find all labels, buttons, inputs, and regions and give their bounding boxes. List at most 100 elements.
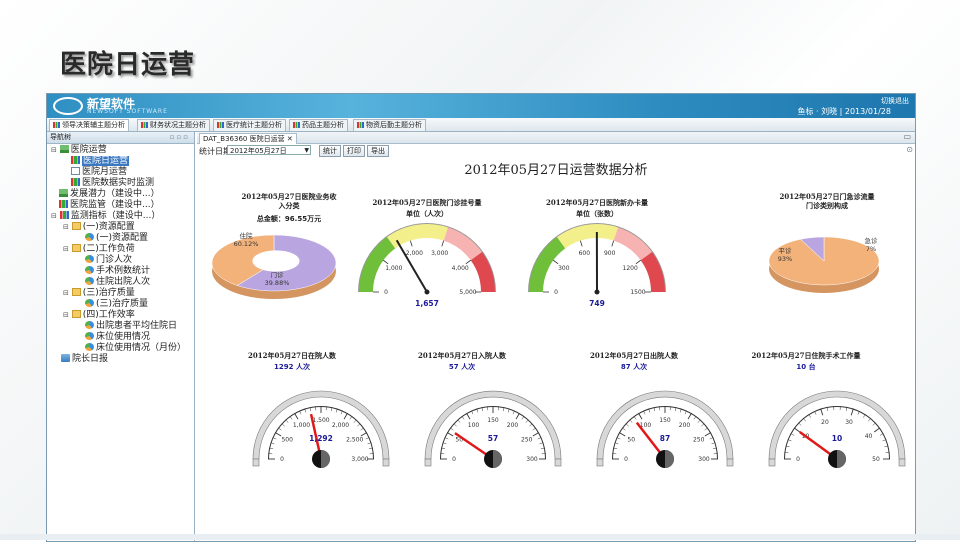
tree-item-realtime-monitor[interactable]: 医院数据实时监测 xyxy=(71,178,154,189)
dial-tick-label-discharges-1: 50 xyxy=(627,437,635,444)
dial-tick-admissions-9 xyxy=(462,416,464,419)
tab-drug-analysis[interactable]: 药品主题分析 xyxy=(289,119,348,131)
tree-item-resource-group[interactable]: ⊟ (一)资源配置 xyxy=(63,222,135,233)
logo-subtitle: NEWSOFT SOFTWARE xyxy=(87,108,168,115)
pie-chart-icon xyxy=(85,299,94,307)
pie-chart-icon xyxy=(85,321,94,329)
folder-chart-icon xyxy=(60,211,69,219)
gauge-value-registration: 1,657 xyxy=(415,299,439,308)
dial-value-discharges: 87 xyxy=(660,434,670,443)
pie-label-income-1: 门诊 xyxy=(271,270,285,279)
tree-item-daily-operation[interactable]: 医院日运营 xyxy=(71,156,129,167)
dial-tick-surgeries-6 xyxy=(798,423,801,426)
folder-icon xyxy=(72,288,81,296)
tree-item-bed-usage[interactable]: 床位使用情况 xyxy=(85,332,150,343)
pie-label-visits-1: 7% xyxy=(866,245,876,253)
dial-tick-inpatients-21 xyxy=(350,416,352,419)
chart-icon xyxy=(217,122,224,128)
dial-tick-inpatients-5 xyxy=(275,433,281,437)
dial-tick-label-inpatients-2: 1,000 xyxy=(293,422,310,429)
tab-label: 财务状况主题分析 xyxy=(150,121,206,129)
dial-tick-label-inpatients-6: 3,000 xyxy=(351,456,368,463)
pie-chart-icon xyxy=(85,266,94,274)
dial-rim-surgeries xyxy=(769,391,905,459)
dial-tick-inpatients-8 xyxy=(286,420,289,423)
dial-tick-label-discharges-6: 300 xyxy=(698,456,710,463)
tab-logistics-analysis[interactable]: 物资后勤主题分析 xyxy=(353,119,426,131)
pie-label-visits-1: 急诊 xyxy=(865,236,879,245)
tree-item-surgery-stats[interactable]: 手术例数统计 xyxy=(85,266,150,277)
gauge-tick-label-registration-3: 3,000 xyxy=(431,250,448,257)
dial-tick-discharges-6 xyxy=(622,428,625,430)
dial-tick-label-admissions-3: 150 xyxy=(487,417,499,424)
tab-label: 物资后勤主题分析 xyxy=(366,121,422,129)
pie-label-income-1: 39.88% xyxy=(265,279,290,287)
tree-item-admission-discharge[interactable]: 住院出院人次 xyxy=(85,277,150,288)
dial-foot-right-admissions xyxy=(555,459,561,466)
tree-item-hospital-operation[interactable]: ⊟ 医院运营 xyxy=(51,145,107,156)
pie-label-income-0: 住院 xyxy=(240,231,254,240)
tree-item-indicators[interactable]: ⊟ 监测指标（建设中...） xyxy=(51,211,160,222)
dial-tick-admissions-24 xyxy=(533,428,536,430)
gauge-tick-newcards-1 xyxy=(553,260,558,264)
folder-icon xyxy=(72,244,81,252)
tab-label: 药品主题分析 xyxy=(302,121,344,129)
tree-item-treatment-quality[interactable]: (三)治疗质量 xyxy=(85,299,148,310)
slide-bottom-strip xyxy=(0,534,960,540)
gauge-zone-newcards-3 xyxy=(641,252,665,292)
dial-tick-label-inpatients-0: 0 xyxy=(280,456,284,463)
tree-item-bed-usage-monthly[interactable]: 床位使用情况（月份） xyxy=(85,343,186,354)
dial-tick-discharges-10 xyxy=(639,413,643,419)
tree-item-avg-stay[interactable]: 出院患者平均住院日 xyxy=(85,321,177,332)
gauge-tick-label-newcards-0: 0 xyxy=(554,289,558,296)
dial-tick-admissions-7 xyxy=(454,424,457,427)
tree-item-efficiency-group[interactable]: ⊟ (四)工作效率 xyxy=(63,310,135,321)
dial-tick-label-admissions-5: 250 xyxy=(521,437,533,444)
tree-item-director-daily[interactable]: 院长日报 xyxy=(61,354,108,365)
gauge-tick-label-registration-1: 1,000 xyxy=(385,265,402,272)
tree-item-quality-group[interactable]: ⊟ (三)治疗质量 xyxy=(63,288,135,299)
tab-finance-analysis[interactable]: 财务状况主题分析 xyxy=(137,119,210,131)
dial-tick-inpatients-22 xyxy=(354,420,357,423)
folder-chart-icon xyxy=(60,145,69,153)
dial-tick-label-inpatients-5: 2,500 xyxy=(346,437,363,444)
chart-icon xyxy=(357,122,364,128)
tree-item-outpatient-visits[interactable]: 门诊人次 xyxy=(85,255,132,266)
dial-tick-inpatients-23 xyxy=(357,424,360,427)
logo-icon xyxy=(53,97,83,115)
tree-item-resource-config[interactable]: (一)资源配置 xyxy=(85,233,148,244)
dial-tick-discharges-23 xyxy=(701,424,704,427)
dial-tick-discharges-21 xyxy=(694,416,696,419)
panel-buttons-icon[interactable]: ▫▫▫ xyxy=(170,132,190,143)
gauge-tick-label-registration-0: 0 xyxy=(384,289,388,296)
folder-icon xyxy=(72,222,81,230)
dial-tick-admissions-21 xyxy=(522,416,524,419)
dial-tick-discharges-9 xyxy=(634,416,636,419)
gauge-tick-newcards-4 xyxy=(636,260,641,264)
dial-tick-label-discharges-5: 250 xyxy=(693,437,705,444)
gauge-zone-registration-3 xyxy=(471,252,495,292)
tab-label: 领导决策辅主题分析 xyxy=(62,121,125,129)
gauge-tick-label-newcards-5: 1500 xyxy=(630,289,645,296)
tree-item-supervision[interactable]: 医院监管（建设中...） xyxy=(59,200,160,211)
dial-tick-label-discharges-4: 200 xyxy=(679,422,691,429)
dial-tick-surgeries-19 xyxy=(873,423,876,426)
dial-foot-left-discharges xyxy=(597,459,603,466)
dial-tick-discharges-20 xyxy=(688,413,692,419)
exit-link[interactable]: 切换退出 xyxy=(881,96,909,106)
tree-item-monthly-operation[interactable]: 医院月运营 xyxy=(71,167,127,178)
tree-item-workload-group[interactable]: ⊟ (二)工作负荷 xyxy=(63,244,135,255)
dial-foot-left-admissions xyxy=(425,459,431,466)
gauge-tick-label-newcards-4: 1200 xyxy=(623,265,638,272)
dial-tick-inpatients-9 xyxy=(290,416,292,419)
tree-item-development[interactable]: 发展潜力（建设中...） xyxy=(59,189,160,200)
tab-leader-analysis[interactable]: 领导决策辅主题分析 xyxy=(49,119,129,131)
report-stack-icon xyxy=(61,354,70,362)
dial-tick-inpatients-20 xyxy=(344,413,348,419)
dial-tick-inpatients-24 xyxy=(361,428,364,430)
folder-chart-icon xyxy=(59,200,68,208)
dial-tick-surgeries-7 xyxy=(803,418,806,421)
dial-rim-inpatients xyxy=(253,391,389,459)
tab-medical-statistics[interactable]: 医疗统计主题分析 xyxy=(213,119,286,131)
dial-tick-discharges-8 xyxy=(630,420,633,423)
